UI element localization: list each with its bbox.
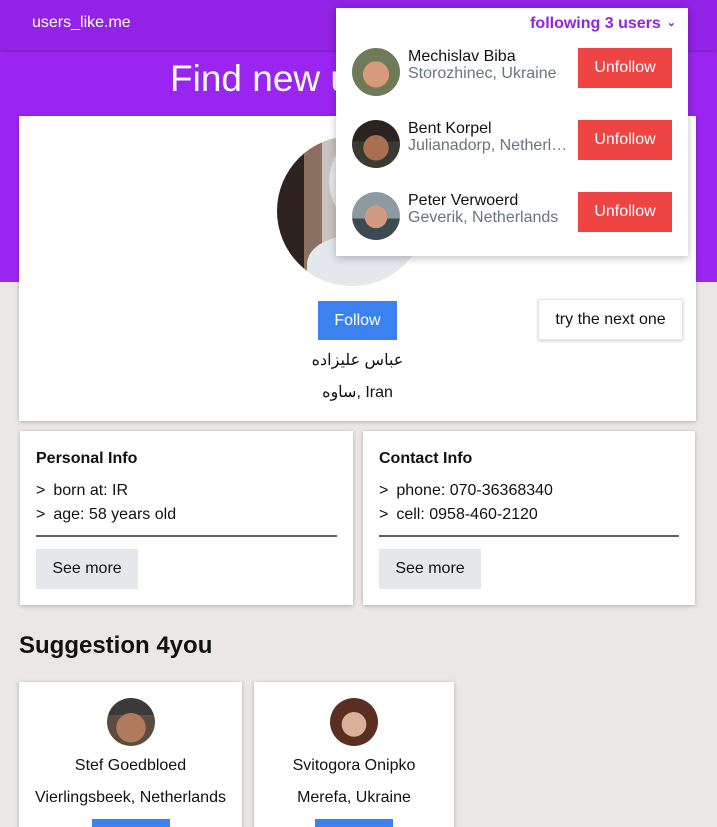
see-more-button[interactable]: See more	[379, 549, 481, 589]
following-user-avatar	[352, 48, 400, 96]
contact-info-line: > phone: 070-36368340	[379, 482, 553, 499]
unfollow-button[interactable]: Unfollow	[578, 120, 672, 160]
profile-name: عباس علیزاده	[311, 352, 404, 369]
suggestion-location: Merefa, Ukraine	[297, 789, 411, 806]
personal-info-line: > born at: IR	[36, 482, 129, 499]
personal-info-title: Personal Info	[36, 450, 138, 467]
following-user-name: Peter Verwoerd	[408, 192, 519, 209]
following-user-name: Bent Korpel	[408, 120, 492, 137]
following-user-location: Storozhinec, Ukraine	[408, 65, 557, 82]
following-user-item: Mechislav Biba Storozhinec, Ukraine Unfo…	[336, 40, 688, 100]
following-user-avatar	[352, 120, 400, 168]
following-user-item: Peter Verwoerd Geverik, Netherlands Unfo…	[336, 184, 688, 244]
suggestion-card: Stef Goedbloed Vierlingsbeek, Netherland…	[19, 682, 242, 827]
suggestion-avatar	[107, 698, 155, 746]
unfollow-button[interactable]: Unfollow	[578, 192, 672, 232]
see-more-button[interactable]: See more	[36, 549, 138, 589]
contact-info-line: > cell: 0958-460-2120	[379, 506, 538, 523]
chevron-down-icon: ⌄	[666, 17, 676, 29]
suggestion-follow-button[interactable]	[315, 819, 393, 827]
hero-title: Find new u	[170, 58, 351, 99]
unfollow-button[interactable]: Unfollow	[578, 48, 672, 88]
following-user-location: Geverik, Netherlands	[408, 209, 559, 226]
next-user-button[interactable]: try the next one	[538, 299, 683, 340]
suggestion-name: Svitogora Onipko	[292, 757, 416, 774]
brand-logo[interactable]: users_like.me	[32, 14, 131, 32]
contact-info-card: Contact Info > phone: 070-36368340 > cell:…	[363, 431, 695, 605]
following-toggle[interactable]: following 3 users ⌄	[530, 15, 676, 33]
suggestion-follow-button[interactable]	[92, 819, 170, 827]
following-user-location: Julianadorp, Netherlands	[408, 137, 570, 154]
suggestion-avatar	[330, 698, 378, 746]
following-dropdown: following 3 users ⌄ Mechislav Biba Storoz…	[336, 8, 688, 256]
following-user-name: Mechislav Biba	[408, 48, 516, 65]
suggestions-title: Suggestion 4you	[19, 632, 213, 659]
divider	[36, 535, 337, 537]
suggestion-location: Vierlingsbeek, Netherlands	[35, 789, 226, 806]
following-user-item: Bent Korpel Julianadorp, Netherlands Unf…	[336, 112, 688, 172]
suggestion-name: Stef Goedbloed	[74, 757, 187, 774]
profile-location: ساوه, Iran	[322, 384, 393, 401]
following-user-avatar	[352, 192, 400, 240]
contact-info-title: Contact Info	[379, 450, 473, 467]
follow-button[interactable]: Follow	[318, 301, 397, 340]
personal-info-line: > age: 58 years old	[36, 506, 177, 523]
personal-info-card: Personal Info > born at: IR > age: 58 year…	[20, 431, 353, 605]
suggestion-card: Svitogora Onipko Merefa, Ukraine	[254, 682, 454, 827]
divider	[379, 535, 679, 537]
